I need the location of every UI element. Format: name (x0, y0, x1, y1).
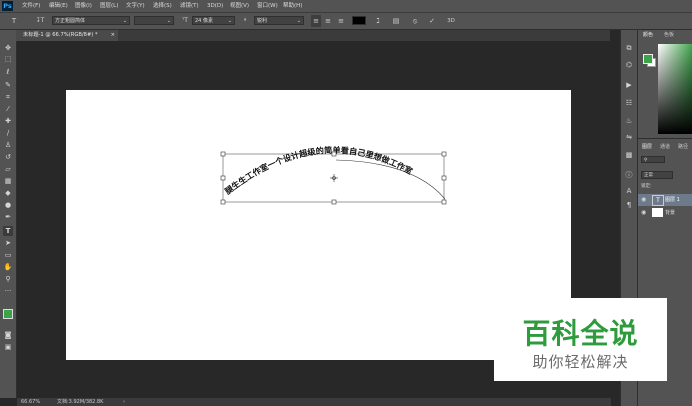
tab-paths[interactable]: 路径 (678, 142, 688, 153)
layer-row[interactable]: ◉ T 图层 1 (638, 194, 692, 206)
layer-thumbnail: T (652, 195, 664, 206)
eye-icon[interactable]: ◉ (641, 196, 646, 203)
history-panel-icon[interactable]: ⧉ (624, 43, 634, 53)
watermark: 百科全说 助你轻松解决 (494, 298, 667, 381)
watermark-title: 百科全说 (522, 317, 639, 350)
adjustments-panel-icon[interactable]: ⌬ (624, 60, 634, 70)
zoom-level[interactable]: 66.67% (21, 398, 40, 406)
warped-text[interactable]: 腿生生工作室一个设计超级的简单看自己里想做工作室 (223, 145, 414, 196)
clone-source-icon[interactable]: ⇋ (624, 132, 634, 142)
layer-thumbnail (652, 208, 663, 217)
blend-mode-select[interactable]: 正常 (641, 171, 673, 179)
tab-channels[interactable]: 通道 (660, 142, 670, 153)
brush-panel-icon[interactable]: ♨ (624, 116, 634, 126)
blend-mode-value: 正常 (644, 173, 653, 178)
watermark-subtitle: 助你轻松解决 (532, 353, 629, 371)
warped-text-path: 腿生生工作室一个设计超级的简单看自己里想做工作室 (223, 145, 414, 196)
eye-icon[interactable]: ◉ (641, 209, 646, 216)
actions-play-icon[interactable]: ▶ (624, 80, 634, 90)
character-panel-icon[interactable]: A (624, 186, 634, 196)
layer-row[interactable]: ◉ 背景 (638, 207, 692, 219)
panel-foreground-swatch[interactable] (643, 54, 653, 64)
document-size: 文档:3.92M/382.8K (57, 399, 104, 405)
paragraph-panel-icon[interactable]: ¶ (624, 200, 634, 210)
properties-panel-icon[interactable]: ☷ (624, 98, 634, 108)
lock-label: 锁定: (641, 184, 652, 189)
transform-center-icon[interactable] (330, 174, 338, 182)
styles-panel-icon[interactable]: ▩ (624, 150, 634, 160)
info-panel-icon[interactable]: ⓘ (624, 170, 634, 180)
tab-color[interactable]: 颜色 (643, 30, 653, 41)
layer-name[interactable]: 图层 1 (665, 196, 680, 203)
chevron-right-icon[interactable]: › (123, 398, 125, 406)
tab-layers[interactable]: 图层 (642, 142, 652, 153)
color-picker-field[interactable] (658, 44, 692, 134)
layer-filter-kind[interactable]: ⚲ (641, 156, 665, 163)
layer-name[interactable]: 背景 (665, 209, 675, 216)
tab-swatches[interactable]: 色板 (664, 30, 674, 41)
status-bar: 66.67% 文档:3.92M/382.8K › (17, 398, 611, 406)
